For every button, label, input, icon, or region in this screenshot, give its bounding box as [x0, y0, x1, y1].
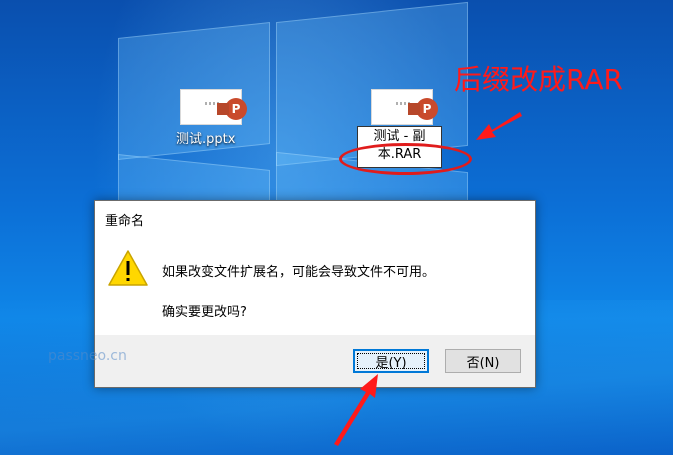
rename-dialog: 重命名 如果改变文件扩展名，可能会导致文件不可用。 确实要更改吗? 是(Y) 否…: [94, 200, 536, 388]
powerpoint-badge-icon: P: [408, 98, 438, 120]
warning-icon: [108, 250, 148, 286]
powerpoint-file-icon[interactable]: P: [180, 89, 247, 125]
annotation-ellipse: [339, 143, 472, 175]
no-button[interactable]: 否(N): [445, 349, 521, 373]
dialog-title: 重命名: [105, 214, 145, 229]
dialog-message: 如果改变文件扩展名，可能会导致文件不可用。: [162, 265, 436, 280]
file-name-label[interactable]: 测试.pptx: [176, 128, 235, 147]
dialog-button-bar: 是(Y) 否(N): [95, 335, 535, 387]
dialog-question: 确实要更改吗?: [162, 305, 247, 320]
powerpoint-file-icon-renaming[interactable]: P: [371, 89, 438, 125]
yes-button[interactable]: 是(Y): [353, 349, 429, 373]
watermark: passneo.cn: [48, 348, 127, 364]
annotation-text: 后缀改成RAR: [454, 63, 623, 96]
powerpoint-badge-icon: P: [217, 98, 247, 120]
